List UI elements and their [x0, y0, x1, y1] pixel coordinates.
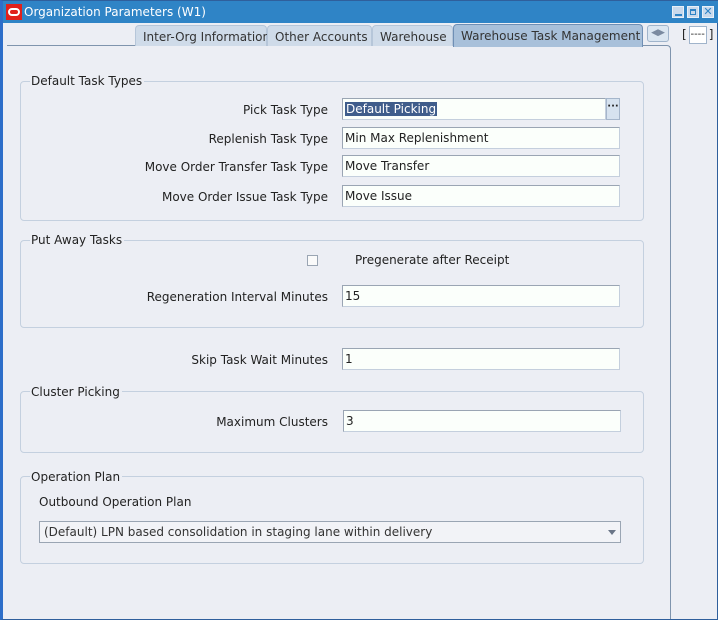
skip-task-wait-minutes-field[interactable]: 1 [342, 348, 620, 370]
move-order-issue-task-type-label: Move Order Issue Task Type [161, 190, 328, 204]
close-icon[interactable]: ✕ [702, 6, 714, 18]
bracket-close: ] [708, 27, 714, 42]
outbound-operation-plan-value: (Default) LPN based consolidation in sta… [44, 525, 433, 539]
window-title: Organization Parameters (W1) [24, 5, 206, 19]
pick-task-type-value: Default Picking [345, 102, 438, 116]
regeneration-interval-minutes-label: Regeneration Interval Minutes [146, 290, 328, 304]
tab-other-accounts[interactable]: Other Accounts [267, 25, 372, 46]
outbound-operation-plan-label: Outbound Operation Plan [39, 495, 192, 509]
minimize-icon[interactable] [672, 6, 684, 18]
replenish-task-type-label: Replenish Task Type [208, 132, 328, 146]
tab-list-selector[interactable]: [----] [682, 26, 713, 44]
pick-task-type-label: Pick Task Type [243, 103, 328, 117]
outbound-operation-plan-select[interactable]: (Default) LPN based consolidation in sta… [39, 521, 621, 543]
skip-task-wait-minutes-label: Skip Task Wait Minutes [191, 353, 328, 367]
replenish-task-type-field[interactable]: Min Max Replenishment [342, 127, 620, 149]
move-order-issue-task-type-field[interactable]: Move Issue [342, 185, 620, 207]
maximum-clusters-label: Maximum Clusters [216, 415, 328, 429]
move-order-transfer-task-type-field[interactable]: Move Transfer [342, 155, 620, 177]
bracket-open: [ [682, 27, 687, 42]
put-away-tasks-group [20, 240, 644, 328]
list-of-values-button[interactable]: ··· [606, 98, 620, 120]
pick-task-type-field[interactable]: Default Picking [342, 98, 606, 120]
pregenerate-after-receipt-checkbox[interactable] [307, 255, 318, 266]
maximize-icon[interactable] [687, 6, 699, 18]
maximum-clusters-field[interactable]: 3 [343, 410, 621, 432]
organization-parameters-window: Organization Parameters (W1) ✕ Inter-Org… [0, 0, 718, 620]
operation-plan-title: Operation Plan [30, 470, 123, 484]
tab-warehouse-task-management[interactable]: Warehouse Task Management [453, 24, 643, 47]
operation-plan-group [20, 476, 644, 564]
title-bar[interactable]: Organization Parameters (W1) ✕ [3, 1, 718, 23]
put-away-tasks-title: Put Away Tasks [30, 233, 125, 247]
move-order-transfer-task-type-label: Move Order Transfer Task Type [144, 160, 328, 174]
tab-scroll-arrows-icon[interactable]: ◀▶ [647, 25, 669, 42]
cluster-picking-title: Cluster Picking [30, 385, 122, 399]
dropdown-arrow-icon[interactable] [608, 530, 616, 535]
regeneration-interval-minutes-field[interactable]: 15 [342, 285, 620, 307]
tab-warehouse[interactable]: Warehouse [372, 25, 453, 46]
default-task-types-title: Default Task Types [30, 74, 145, 88]
tab-list-box[interactable]: ---- [688, 26, 707, 44]
pregenerate-after-receipt-label: Pregenerate after Receipt [355, 253, 510, 267]
oracle-logo-icon [6, 4, 22, 20]
tab-inter-org-information[interactable]: Inter-Org Information [135, 25, 270, 46]
